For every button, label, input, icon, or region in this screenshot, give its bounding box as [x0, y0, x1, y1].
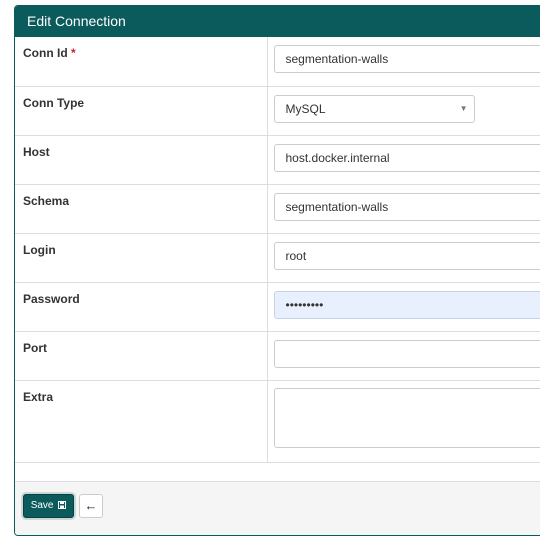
form-row-port: Port [15, 331, 540, 381]
password-label-cell: Password [15, 282, 268, 332]
schema-input[interactable]: segmentation-walls [273, 192, 540, 221]
required-mark: * [71, 46, 76, 60]
back-button[interactable]: ← [79, 494, 103, 518]
extra-label: Extra [23, 389, 54, 404]
conn-type-selected-value: MySQL [285, 101, 326, 116]
schema-label-cell: Schema [15, 184, 268, 234]
port-label-cell: Port [15, 331, 268, 381]
password-input-cell: ••••••••• [267, 282, 540, 332]
conn-id-input[interactable]: segmentation-walls [273, 45, 540, 73]
host-label-cell: Host [15, 135, 268, 185]
password-input[interactable]: ••••••••• [273, 290, 540, 319]
edit-connection-panel: Edit Connection Conn Id * segmentation-w… [14, 5, 540, 536]
form-row-conn-type: Conn Type MySQL ▼ [15, 86, 540, 136]
form-row-conn-id: Conn Id * segmentation-walls [15, 37, 540, 87]
login-label-cell: Login [15, 233, 268, 283]
form-row-extra: Extra [15, 380, 540, 463]
port-label: Port [23, 340, 47, 355]
panel-title: Edit Connection [15, 6, 540, 37]
host-input-cell: host.docker.internal [267, 135, 540, 185]
password-label: Password [23, 291, 80, 306]
login-input[interactable]: root [273, 241, 540, 270]
host-input[interactable]: host.docker.internal [273, 143, 540, 172]
floppy-disk-icon [58, 501, 67, 509]
schema-input-cell: segmentation-walls [267, 184, 540, 234]
host-label: Host [23, 144, 50, 159]
conn-type-input-cell: MySQL ▼ [267, 86, 540, 136]
save-button-label: Save [30, 500, 54, 511]
port-input-cell [267, 331, 540, 381]
connection-form: Conn Id * segmentation-walls Conn Type M… [15, 37, 540, 463]
arrow-left-icon: ← [84, 498, 98, 513]
conn-type-label: Conn Type [23, 95, 85, 110]
form-row-login: Login root [15, 233, 540, 283]
conn-id-input-cell: segmentation-walls [267, 37, 540, 87]
conn-type-label-cell: Conn Type [15, 86, 268, 136]
form-row-schema: Schema segmentation-walls [15, 184, 540, 234]
save-button[interactable]: Save [23, 494, 74, 518]
caret-down-icon: ▼ [459, 103, 468, 113]
extra-input-cell [267, 380, 540, 463]
conn-id-label: Conn Id [23, 46, 68, 60]
extra-label-cell: Extra [15, 380, 268, 463]
extra-textarea[interactable] [273, 387, 540, 448]
form-footer: Save ← [15, 481, 540, 535]
login-input-cell: root [267, 233, 540, 283]
conn-type-select[interactable]: MySQL ▼ [273, 94, 475, 123]
form-row-password: Password ••••••••• [15, 282, 540, 332]
login-label: Login [23, 242, 56, 257]
port-input[interactable] [273, 339, 540, 368]
form-row-host: Host host.docker.internal [15, 135, 540, 185]
schema-label: Schema [23, 193, 70, 208]
conn-id-label-cell: Conn Id * [15, 37, 268, 87]
